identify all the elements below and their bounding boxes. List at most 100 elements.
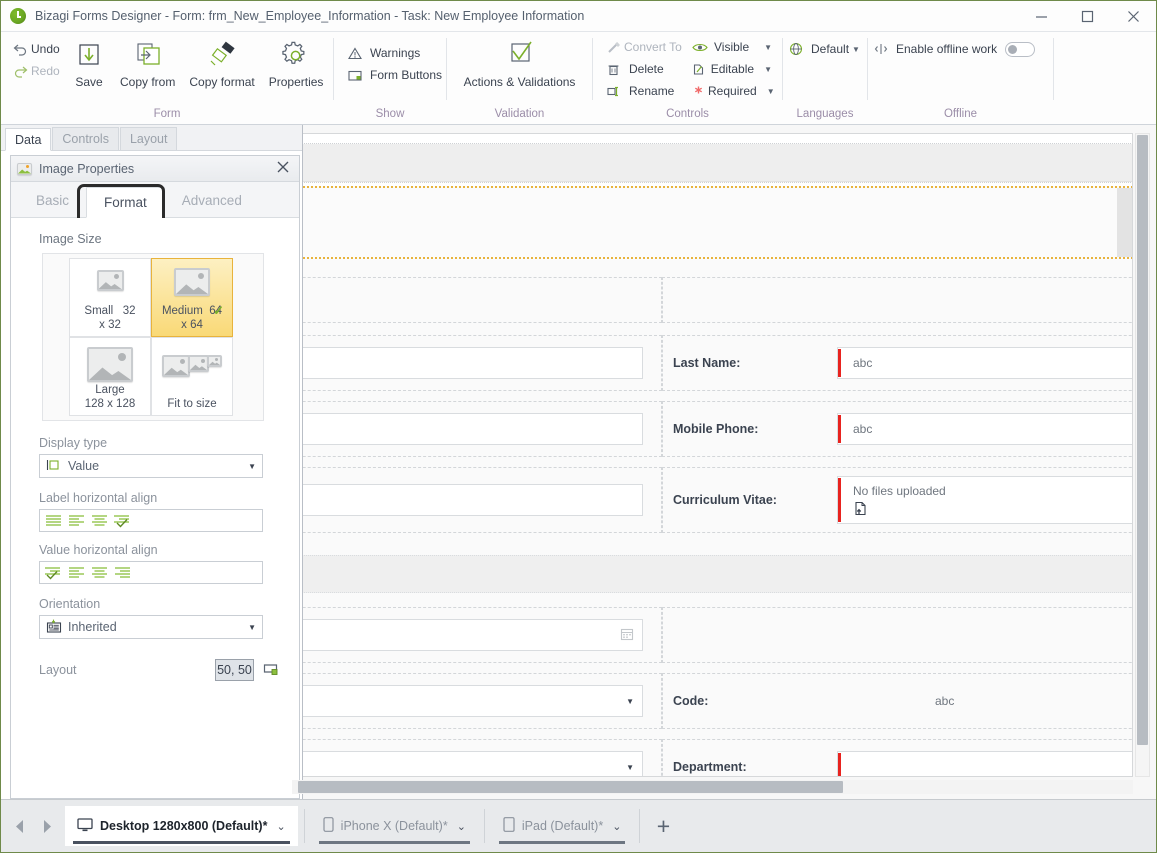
device-tab-ipad[interactable]: iPad (Default)* ⌄ — [490, 806, 634, 846]
table-row[interactable]: Mobile Phone: abc — [303, 401, 1132, 457]
form-label: Last Name: — [673, 356, 741, 370]
enable-offline-work-label: Enable offline work — [896, 42, 998, 56]
align-justify-button[interactable] — [43, 511, 64, 530]
ribbon-empty-area — [1054, 32, 1156, 124]
required-button[interactable]: Required ▼ — [686, 80, 778, 102]
ribbon-group-offline: Enable offline work Offline — [868, 32, 1053, 124]
display-type-select[interactable]: Value ▼ — [39, 454, 263, 478]
file-upload-icon[interactable] — [853, 501, 868, 519]
table-row[interactable]: ▼ Code: abc — [303, 673, 1132, 729]
align-justify-button-selected[interactable] — [43, 563, 64, 582]
align-center-button[interactable] — [89, 563, 110, 582]
enable-offline-work-row[interactable]: Enable offline work — [868, 38, 1041, 60]
image-size-option-large[interactable]: Large 128 x 128 — [69, 337, 151, 416]
delete-button[interactable]: Delete — [601, 58, 686, 80]
redo-button[interactable]: Redo — [7, 60, 65, 82]
form-dropdown[interactable]: ▼ — [837, 751, 1132, 776]
save-button[interactable]: Save — [65, 36, 113, 89]
undo-button[interactable]: Undo — [7, 38, 65, 60]
chevron-down-icon[interactable]: ⌄ — [276, 820, 285, 833]
align-right-button-selected[interactable] — [112, 511, 133, 530]
image-size-option-fit[interactable]: Fit to size — [151, 337, 233, 416]
form-dropdown[interactable]: ▼ — [303, 685, 643, 717]
visible-button[interactable]: Visible ▼ — [686, 36, 778, 58]
date-input[interactable] — [303, 619, 643, 651]
align-left-button[interactable] — [66, 563, 87, 582]
device-tab-divider — [303, 809, 305, 843]
scrollbar-thumb[interactable] — [298, 781, 843, 793]
image-size-grid: Small 32 x 32 ✓ Medium 64 x 64 Large 128… — [69, 258, 263, 416]
layout-edit-icon[interactable] — [263, 662, 279, 679]
active-tab-underline — [73, 841, 290, 844]
required-indicator — [838, 753, 841, 776]
chevron-down-icon[interactable]: ⌄ — [612, 820, 621, 833]
image-size-option-small[interactable]: Small 32 x 32 — [69, 258, 151, 337]
table-row[interactable]: Last Name: abc — [303, 335, 1132, 391]
image-size-option-label: Fit to size — [167, 398, 217, 410]
actions-validations-button[interactable]: Actions & Validations — [457, 36, 583, 89]
tab-controls[interactable]: Controls — [52, 127, 119, 150]
scrollbar-thumb[interactable] — [1137, 135, 1148, 745]
rename-button[interactable]: Rename — [601, 80, 686, 102]
warnings-button[interactable]: Warnings — [342, 42, 448, 64]
add-device-tab-button[interactable]: + — [640, 806, 686, 846]
align-center-button[interactable] — [89, 511, 110, 530]
language-dropdown-caret[interactable]: ▼ — [852, 45, 860, 54]
chevron-down-icon[interactable]: ▼ — [626, 697, 634, 706]
tab-basic[interactable]: Basic — [19, 186, 86, 217]
canvas-horizontal-scrollbar[interactable] — [292, 780, 1133, 794]
align-right-button[interactable] — [112, 563, 133, 582]
orientation-icon — [46, 619, 62, 636]
copy-from-button[interactable]: Copy from — [113, 36, 182, 89]
form-dropdown[interactable]: ▼ — [303, 751, 643, 776]
tab-layout[interactable]: Layout — [119, 127, 178, 150]
form-input[interactable] — [303, 347, 643, 379]
image-placeholder-icon — [87, 347, 133, 382]
save-icon — [74, 39, 104, 73]
table-row[interactable]: ▼ Department: ▼ — [303, 739, 1132, 776]
tab-format[interactable]: Format — [86, 187, 165, 218]
device-tab-iphone[interactable]: iPhone X (Default)* ⌄ — [310, 806, 478, 846]
visible-dropdown-caret[interactable]: ▼ — [754, 43, 772, 52]
image-control-selected[interactable] — [303, 186, 1132, 259]
form-input[interactable]: abc — [837, 347, 1132, 379]
form-input[interactable] — [303, 484, 643, 516]
form-input[interactable] — [303, 413, 643, 445]
device-tab-label: iPhone X (Default)* — [340, 819, 448, 833]
convert-to-button[interactable]: Convert To — [601, 36, 686, 58]
scroll-tabs-left-button[interactable] — [7, 806, 33, 846]
calendar-icon[interactable] — [620, 627, 634, 644]
chevron-down-icon[interactable]: ▼ — [248, 462, 256, 471]
default-language-button[interactable]: Default ▼ — [783, 38, 866, 60]
table-row[interactable]: Curriculum Vitae: No files uploaded — [303, 467, 1132, 533]
editable-button[interactable]: Editable ▼ — [686, 58, 778, 80]
layout-value[interactable]: 50, 50 — [215, 659, 254, 681]
close-button[interactable] — [1110, 1, 1156, 31]
properties-close-icon[interactable] — [273, 160, 293, 177]
editable-dropdown-caret[interactable]: ▼ — [754, 65, 772, 74]
properties-label: Properties — [268, 75, 324, 89]
scroll-tabs-right-button[interactable] — [33, 806, 59, 846]
table-row[interactable] — [303, 607, 1132, 663]
chevron-down-icon[interactable]: ▼ — [626, 763, 634, 772]
copy-format-button[interactable]: Copy format — [182, 36, 261, 89]
canvas-vertical-scrollbar[interactable] — [1135, 133, 1150, 777]
required-dropdown-caret[interactable]: ▼ — [757, 87, 775, 96]
minimize-button[interactable] — [1018, 1, 1064, 31]
properties-button[interactable]: Properties — [262, 36, 331, 89]
form-canvas[interactable]: Last Name: abc Mobile Phone: abc Curricu… — [302, 133, 1133, 777]
form-buttons-button[interactable]: Form Buttons — [342, 64, 448, 86]
image-size-option-medium[interactable]: ✓ Medium 64 x 64 — [151, 258, 233, 337]
align-left-button[interactable] — [66, 511, 87, 530]
image-icon — [17, 162, 32, 175]
file-upload-control[interactable]: No files uploaded — [837, 476, 1132, 524]
chevron-down-icon[interactable]: ▼ — [248, 623, 256, 632]
device-tab-desktop[interactable]: Desktop 1280x800 (Default)* ⌄ — [65, 806, 298, 846]
tab-advanced[interactable]: Advanced — [165, 186, 259, 217]
maximize-button[interactable] — [1064, 1, 1110, 31]
orientation-select[interactable]: Inherited ▼ — [39, 615, 263, 639]
enable-offline-work-toggle[interactable] — [1005, 41, 1036, 57]
form-input[interactable]: abc — [837, 413, 1132, 445]
tab-data[interactable]: Data — [5, 128, 52, 151]
chevron-down-icon[interactable]: ⌄ — [457, 820, 466, 833]
